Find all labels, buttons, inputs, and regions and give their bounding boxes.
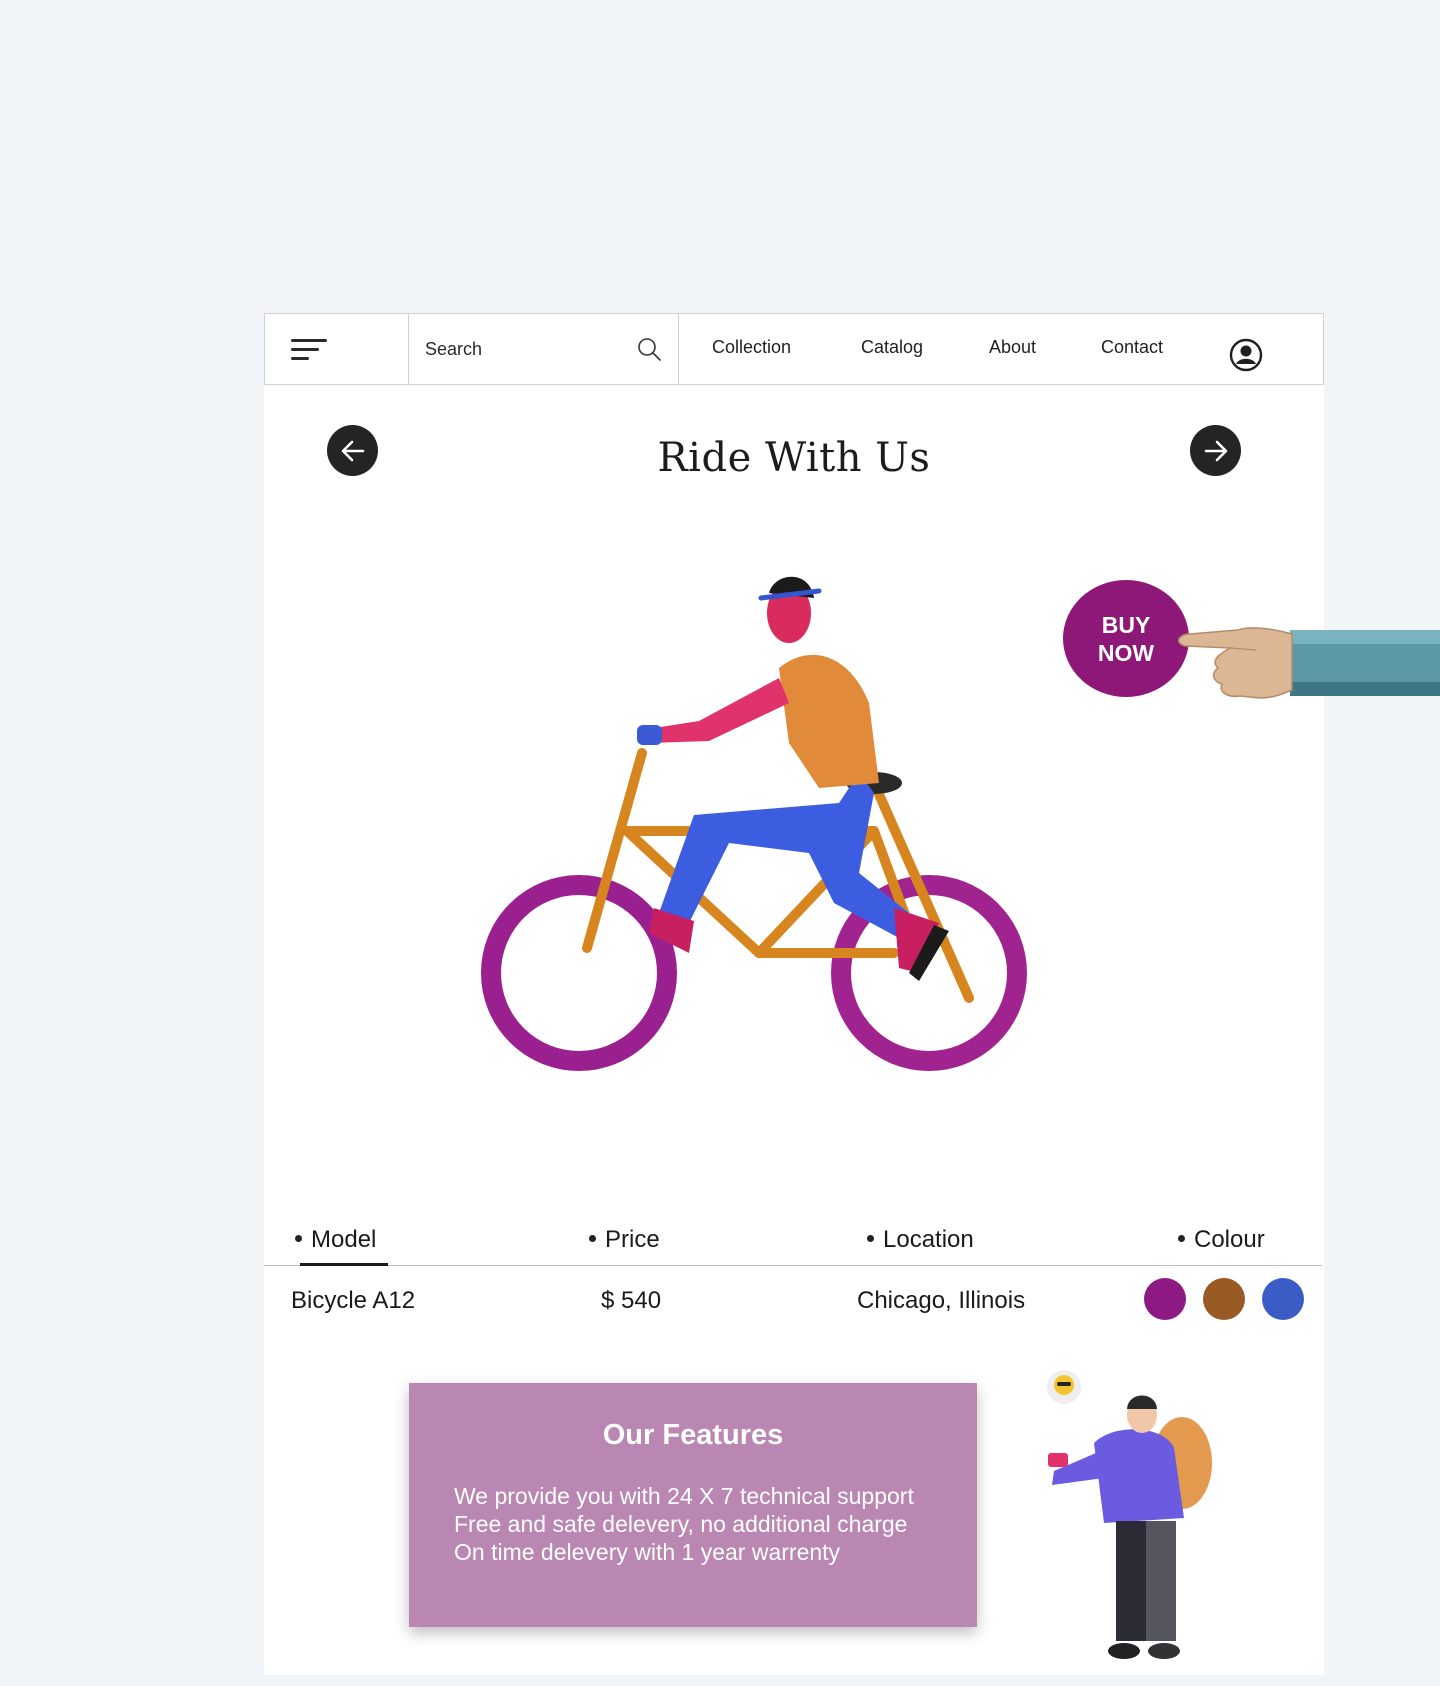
top-navbar: Collection Catalog About Contact [264,313,1324,385]
main-card: Collection Catalog About Contact Ride Wi… [264,313,1324,1675]
colour-swatch-blue[interactable] [1262,1278,1304,1320]
colour-swatch-brown[interactable] [1203,1278,1245,1320]
next-arrow-button[interactable] [1190,425,1241,476]
spec-table-header: Model Price Location Colour [264,1210,1322,1266]
search-input[interactable] [408,314,627,384]
spec-header-colour[interactable]: Colour [1178,1226,1265,1254]
spec-value-location: Chicago, Illinois [857,1287,1026,1314]
colour-swatch-purple[interactable] [1144,1278,1186,1320]
features-title: Our Features [602,1419,784,1451]
spec-header-price[interactable]: Price [589,1226,660,1254]
arrow-right-icon [1204,440,1227,461]
feature-line-delivery: Free and safe delevery, no additional ch… [454,1511,908,1537]
feature-line-support: We provide you with 24 X 7 technical sup… [454,1483,914,1509]
spec-header-location[interactable]: Location [867,1226,974,1254]
page-title: Ride With Us [657,435,931,481]
spec-value-model: Bicycle A12 [291,1287,416,1314]
pointing-hand-illustration [1178,627,1440,699]
nav-link-contact[interactable]: Contact [1101,337,1163,358]
buy-now-label-line2: NOW [1097,639,1155,666]
cyclist-illustration [481,576,1027,1071]
spec-value-price: $ 540 [601,1287,662,1314]
nav-link-collection[interactable]: Collection [712,337,791,358]
user-profile-icon[interactable] [1229,338,1263,372]
active-tab-underline [300,1263,388,1266]
features-panel: Our Features We provide you with 24 X 7 … [409,1383,977,1627]
buy-now-label-line1: BUY [1101,611,1151,638]
nav-link-catalog[interactable]: Catalog [861,337,923,358]
person-with-phone-illustration [1047,1370,1212,1659]
spec-header-model[interactable]: Model [295,1226,376,1254]
feature-line-warranty: On time delevery with 1 year warrenty [454,1539,841,1565]
search-icon[interactable] [636,336,662,362]
nav-link-about[interactable]: About [989,337,1036,358]
search-box [408,314,679,384]
hamburger-menu-icon[interactable] [265,314,409,384]
